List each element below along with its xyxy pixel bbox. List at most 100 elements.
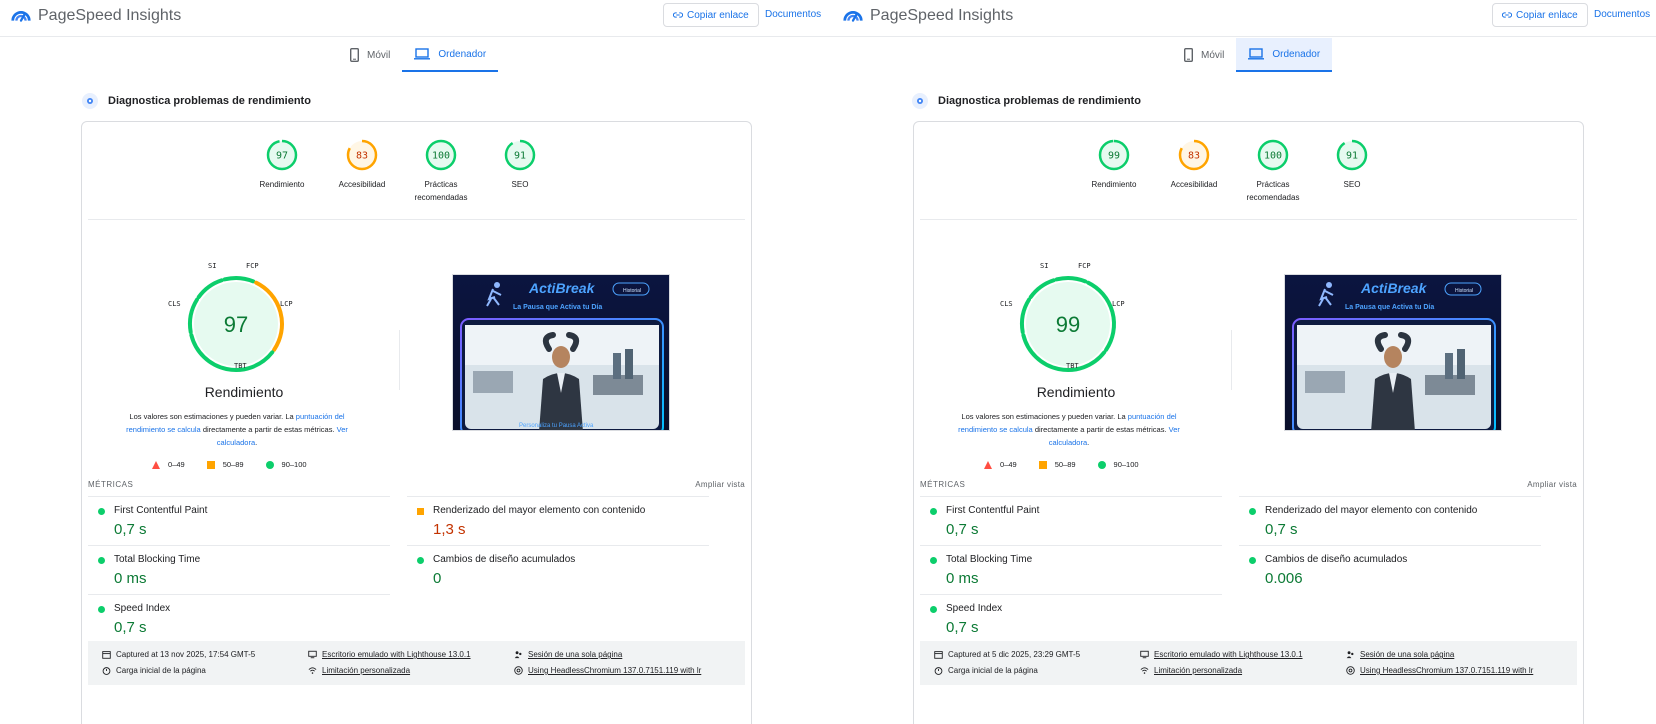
app-logo[interactable]: PageSpeed Insights	[842, 5, 1013, 27]
tab-mobile[interactable]: Móvil	[338, 38, 402, 72]
gauge-label-lcp: LCP	[1112, 300, 1125, 308]
score-ring: 100	[425, 139, 457, 171]
legend-good: 90–100	[265, 460, 307, 469]
vertical-divider	[399, 330, 400, 390]
wifi-icon	[308, 667, 317, 674]
category-score: 83	[1188, 151, 1200, 162]
metric-item: Total Blocking Time 0 ms	[920, 545, 1222, 593]
gauge-label-cls: CLS	[1000, 300, 1013, 308]
category-gauge[interactable]: 83 Accesibilidad	[320, 138, 404, 191]
session-info[interactable]: Sesión de una sola página	[1346, 650, 1454, 659]
note-text: .	[1087, 438, 1090, 447]
pagespeed-logo-icon	[11, 11, 31, 22]
category-label: Prácticas recomendadas	[414, 180, 468, 202]
tab-mobile-label: Móvil	[367, 49, 391, 61]
legend-good: 90–100	[1097, 460, 1139, 469]
load-info: Carga inicial de la página	[934, 666, 1038, 675]
report-panel-left: PageSpeed Insights Copiar enlace Documen…	[0, 0, 832, 724]
tab-desktop-label: Ordenador	[1272, 48, 1321, 60]
green-circle-icon	[930, 557, 937, 564]
emulation-text: Escritorio emulado with Lighthouse 13.0.…	[322, 650, 471, 659]
app-logo[interactable]: PageSpeed Insights	[10, 5, 181, 27]
metric-name: Cambios de diseño acumulados	[1265, 554, 1408, 565]
emulation-info[interactable]: Escritorio emulado with Lighthouse 13.0.…	[1140, 650, 1303, 659]
category-score: 83	[356, 151, 368, 162]
page-screenshot[interactable]: ActiBreak Historial La Pausa que Activa …	[452, 274, 670, 431]
metric-item: Total Blocking Time 0 ms	[88, 545, 390, 593]
browser-info[interactable]: Using HeadlessChromium 137.0.7151.119 wi…	[514, 666, 701, 675]
throttling-info[interactable]: Limitación personalizada	[308, 666, 410, 675]
calendar-icon	[934, 651, 943, 659]
metric-value: 0,7 s	[114, 521, 147, 538]
legend-average-label: 50–89	[1054, 460, 1076, 469]
docs-link[interactable]: Documentos	[1594, 9, 1650, 20]
category-gauge[interactable]: 97 Rendimiento	[240, 138, 324, 191]
metric-value: 0,7 s	[114, 619, 147, 636]
svg-text:Historial: Historial	[1455, 288, 1473, 294]
device-tabs: Móvil Ordenador	[1172, 38, 1333, 72]
report-card: 99 Rendimiento 83 Accesibilidad 100 Prác…	[913, 121, 1584, 724]
tab-desktop-label: Ordenador	[438, 48, 487, 60]
captured-text: Captured at 13 nov 2025, 17:54 GMT-5	[116, 650, 256, 659]
category-score: 91	[1346, 151, 1358, 162]
metric-name: Total Blocking Time	[946, 554, 1033, 565]
copy-link-button[interactable]: Copiar enlace	[1492, 3, 1588, 27]
performance-title: Rendimiento	[1036, 384, 1116, 400]
svg-text:ActiBreak: ActiBreak	[1360, 280, 1428, 296]
browser-text: Using HeadlessChromium 137.0.7151.119 wi…	[528, 666, 702, 675]
tab-desktop[interactable]: Ordenador	[402, 38, 499, 72]
metric-item: Renderizado del mayor elemento con conte…	[407, 496, 709, 544]
metric-value: 1,3 s	[433, 521, 466, 538]
category-score: 97	[276, 151, 288, 162]
captured-info: Captured at 5 dic 2025, 23:29 GMT-5	[934, 650, 1080, 659]
category-gauge[interactable]: 91 SEO	[478, 138, 562, 191]
laptop-icon	[1248, 48, 1265, 60]
captured-text: Captured at 5 dic 2025, 23:29 GMT-5	[948, 650, 1081, 659]
divider	[920, 219, 1577, 220]
performance-title: Rendimiento	[204, 384, 284, 400]
tab-mobile[interactable]: Móvil	[1172, 38, 1236, 72]
category-gauge[interactable]: 83 Accesibilidad	[1152, 138, 1236, 191]
gauge-label-cls: CLS	[168, 300, 181, 308]
green-circle-icon	[98, 508, 105, 515]
category-gauge[interactable]: 100 Prácticas recomendadas	[399, 138, 483, 204]
metric-value: 0 ms	[946, 570, 979, 587]
emulation-info[interactable]: Escritorio emulado with Lighthouse 13.0.…	[308, 650, 471, 659]
session-info[interactable]: Sesión de una sola página	[514, 650, 622, 659]
category-label: Prácticas recomendadas	[1246, 180, 1300, 202]
red-triangle-icon	[984, 460, 992, 469]
category-scores: 97 Rendimiento 83 Accesibilidad 100 Prác…	[260, 138, 582, 208]
screenshot-image: ActiBreak Historial La Pausa que Activa …	[1285, 275, 1501, 430]
page-screenshot[interactable]: ActiBreak Historial La Pausa que Activa …	[1284, 274, 1502, 431]
performance-score: 99	[1056, 312, 1080, 337]
browser-info[interactable]: Using HeadlessChromium 137.0.7151.119 wi…	[1346, 666, 1533, 675]
metric-item: First Contentful Paint 0,7 s	[920, 496, 1222, 544]
metric-value: 0,7 s	[946, 619, 979, 636]
chrome-icon	[1346, 666, 1355, 675]
metric-item: Speed Index 0,7 s	[88, 594, 390, 642]
category-gauge[interactable]: 91 SEO	[1310, 138, 1394, 191]
green-circle-icon	[1097, 460, 1106, 469]
tab-mobile-label: Móvil	[1201, 49, 1225, 61]
top-bar: PageSpeed Insights Copiar enlace Documen…	[832, 0, 1656, 37]
throttling-info[interactable]: Limitación personalizada	[1140, 666, 1242, 675]
section-title: Diagnostica problemas de rendimiento	[938, 95, 1141, 107]
svg-text:Historial: Historial	[623, 288, 641, 294]
load-info: Carga inicial de la página	[102, 666, 206, 675]
category-score: 100	[1264, 151, 1282, 162]
score-ring: 83	[346, 139, 378, 171]
category-gauge[interactable]: 100 Prácticas recomendadas	[1231, 138, 1315, 204]
green-circle-icon	[930, 606, 937, 613]
copy-link-button[interactable]: Copiar enlace	[663, 3, 759, 27]
top-bar: PageSpeed Insights Copiar enlace Documen…	[0, 0, 832, 37]
category-gauge[interactable]: 99 Rendimiento	[1072, 138, 1156, 191]
section-title: Diagnostica problemas de rendimiento	[108, 95, 311, 107]
green-circle-icon	[1249, 557, 1256, 564]
metric-item: First Contentful Paint 0,7 s	[88, 496, 390, 544]
docs-link[interactable]: Documentos	[765, 9, 821, 20]
session-text: Sesión de una sola página	[1360, 650, 1455, 659]
category-score: 100	[432, 151, 450, 162]
metric-name: Cambios de diseño acumulados	[433, 554, 576, 565]
tab-desktop[interactable]: Ordenador	[1236, 38, 1333, 72]
note-text: .	[255, 438, 258, 447]
